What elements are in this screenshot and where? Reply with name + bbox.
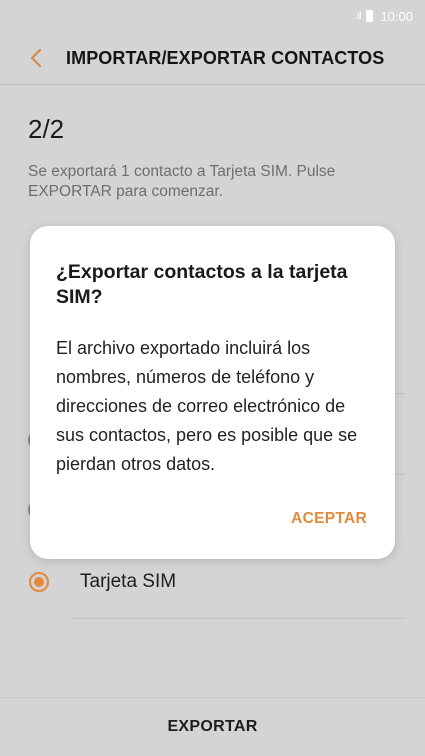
accept-button[interactable]: ACEPTAR	[291, 510, 367, 528]
status-bar: .ıl 10:00	[0, 0, 425, 32]
list-divider	[72, 618, 405, 619]
status-time: 10:00	[380, 8, 413, 24]
signal-icon: .ıl	[354, 10, 361, 22]
export-confirm-dialog: ¿Exportar contactos a la tarjeta SIM? El…	[30, 226, 395, 559]
export-button[interactable]: EXPORTAR	[167, 718, 257, 736]
radio-button-selected[interactable]	[29, 572, 49, 592]
action-bar: IMPORTAR/EXPORTAR CONTACTOS	[0, 32, 425, 85]
dialog-title: ¿Exportar contactos a la tarjeta SIM?	[56, 261, 348, 308]
step-indicator: 2/2	[28, 114, 65, 144]
dialog-message: El archivo exportado incluirá los nombre…	[56, 338, 358, 474]
export-description: Se exportará 1 contacto a Tarjeta SIM. P…	[28, 163, 336, 200]
page-title: IMPORTAR/EXPORTAR CONTACTOS	[66, 47, 385, 68]
battery-icon	[366, 10, 374, 22]
chevron-left-icon[interactable]	[14, 36, 58, 80]
option-label-sim[interactable]: Tarjeta SIM	[80, 571, 176, 593]
bottom-bar: EXPORTAR	[0, 697, 425, 756]
